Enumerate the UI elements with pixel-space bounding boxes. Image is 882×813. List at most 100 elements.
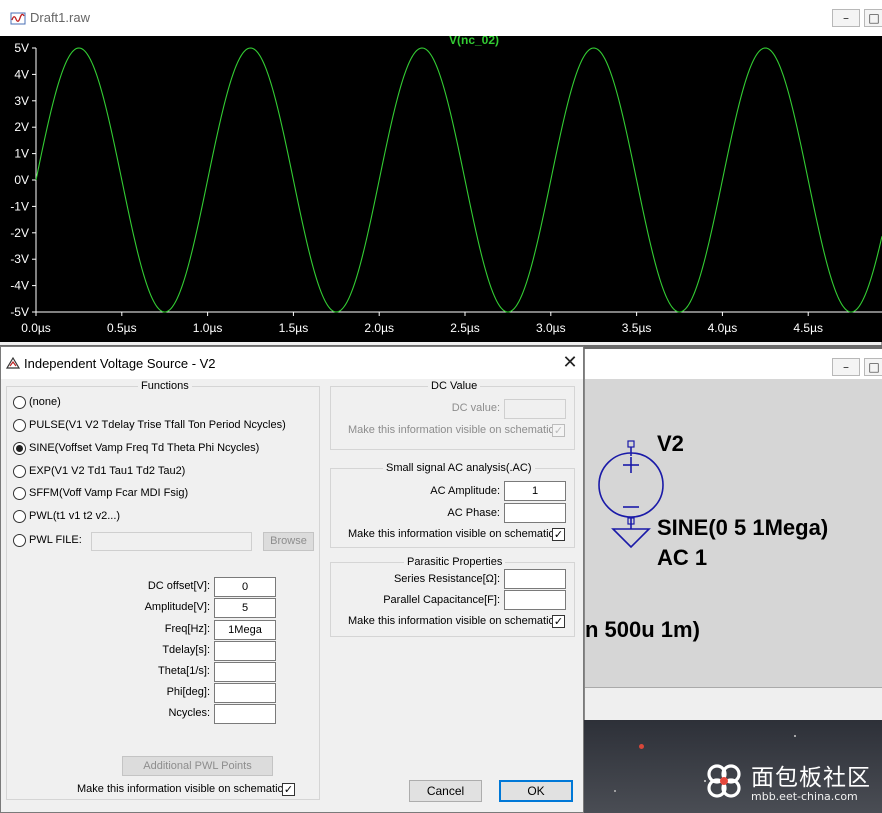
y-tick-label: -1V bbox=[10, 199, 29, 213]
waveform-plot[interactable]: 5V 4V 3V 2V 1V 0V -1V -2V -3V -4V -5V 0.0µs 0.5µs 1.0… bbox=[0, 33, 882, 342]
radio-exp-label: EXP(V1 V2 Td1 Tau1 Td2 Tau2) bbox=[29, 465, 186, 477]
radio-sine[interactable] bbox=[13, 442, 26, 455]
schematic-window: – □ V2 SINE(0 5 1Mega) AC 1 n 500u 1m) bbox=[584, 349, 882, 720]
schematic-function-text: SINE(0 5 1Mega) bbox=[657, 515, 829, 540]
x-tick-label: 0.0µs bbox=[21, 321, 51, 335]
dialog-close-icon[interactable]: ✕ bbox=[561, 352, 579, 374]
parallel-capacitance-input[interactable] bbox=[504, 590, 566, 610]
dc-visible-label: Make this information visible on schemat… bbox=[348, 424, 558, 436]
y-tick-label: 0V bbox=[14, 173, 29, 187]
radio-pulse-label: PULSE(V1 V2 Tdelay Trise Tfall Ton Perio… bbox=[29, 419, 286, 431]
radio-exp[interactable] bbox=[13, 465, 26, 478]
wallpaper-star bbox=[639, 744, 644, 749]
x-tick-label: 1.5µs bbox=[279, 321, 309, 335]
sine-trace-line bbox=[35, 47, 882, 313]
phi-label: Phi[deg]: bbox=[166, 686, 210, 698]
ncycles-input[interactable] bbox=[214, 704, 276, 724]
parasitic-visible-label: Make this information visible on schemat… bbox=[348, 615, 558, 627]
x-tick-label: 0.5µs bbox=[107, 321, 137, 335]
amplitude-label: Amplitude[V]: bbox=[144, 601, 210, 613]
schematic-canvas[interactable]: V2 SINE(0 5 1Mega) AC 1 n 500u 1m) bbox=[585, 379, 882, 720]
wallpaper-star bbox=[614, 790, 616, 792]
functions-group-label: Functions bbox=[138, 380, 192, 392]
theta-input[interactable] bbox=[214, 662, 276, 682]
radio-sine-label: SINE(Voffset Vamp Freq Td Theta Phi Ncyc… bbox=[29, 442, 260, 454]
browse-button[interactable]: Browse bbox=[263, 532, 314, 551]
cancel-button[interactable]: Cancel bbox=[409, 780, 482, 802]
pwl-file-field[interactable] bbox=[91, 532, 252, 551]
dc-value-label: DC value: bbox=[451, 402, 500, 414]
x-tick-label: 2.0µs bbox=[364, 321, 394, 335]
y-tick-label: -2V bbox=[10, 226, 29, 240]
radio-none-label: (none) bbox=[29, 396, 61, 408]
series-resistance-input[interactable] bbox=[504, 569, 566, 589]
tdelay-input[interactable] bbox=[214, 641, 276, 661]
ac-visible-checkbox[interactable]: ✓ bbox=[552, 528, 565, 541]
y-tick-label: 3V bbox=[14, 94, 29, 108]
voltage-source-dialog: Independent Voltage Source - V2 ✕ Functi… bbox=[0, 346, 584, 813]
y-tick-label: 1V bbox=[14, 147, 29, 161]
radio-pulse[interactable] bbox=[13, 419, 26, 432]
radio-sffm[interactable] bbox=[13, 487, 26, 500]
ac-amplitude-input[interactable]: 1 bbox=[504, 481, 566, 501]
dc-offset-input[interactable]: 0 bbox=[214, 577, 276, 597]
theta-label: Theta[1/s]: bbox=[158, 665, 210, 677]
waveform-app-icon bbox=[10, 12, 26, 25]
parasitic-visible-checkbox[interactable]: ✓ bbox=[552, 615, 565, 628]
y-tick-label: 5V bbox=[14, 41, 29, 55]
radio-pwl-label: PWL(t1 v1 t2 v2...) bbox=[29, 510, 121, 522]
ncycles-label: Ncycles: bbox=[168, 707, 210, 719]
dialog-app-icon bbox=[5, 356, 21, 369]
radio-pwl[interactable] bbox=[13, 510, 26, 523]
waveform-titlebar[interactable]: Draft1.raw – □ bbox=[0, 0, 882, 36]
y-tick-label: -5V bbox=[10, 305, 29, 319]
schematic-ac-text: AC 1 bbox=[657, 545, 708, 570]
ac-analysis-group-label: Small signal AC analysis(.AC) bbox=[383, 462, 535, 474]
waveform-window-title: Draft1.raw bbox=[30, 10, 90, 25]
watermark-text: 面包板社区 bbox=[751, 765, 871, 791]
tdelay-label: Tdelay[s]: bbox=[162, 644, 210, 656]
schematic-maximize-button[interactable]: □ bbox=[864, 358, 882, 376]
schematic-titlebar[interactable]: – □ bbox=[585, 349, 882, 379]
ok-button[interactable]: OK bbox=[499, 780, 573, 802]
trace-label: V(nc_02) bbox=[449, 36, 499, 47]
dc-visible-checkbox[interactable]: ✓ bbox=[552, 424, 565, 437]
desktop: Draft1.raw – □ 5V 4V 3V 2V 1V 0V -1V -2V -3V -4V -… bbox=[0, 0, 882, 813]
waveform-maximize-button[interactable]: □ bbox=[864, 9, 882, 27]
freq-label: Freq[Hz]: bbox=[164, 623, 210, 635]
y-tick-label: -3V bbox=[10, 252, 29, 266]
voltage-source-symbol[interactable] bbox=[585, 379, 882, 720]
y-tick-label: 4V bbox=[14, 67, 29, 81]
x-tick-label: 4.0µs bbox=[708, 321, 738, 335]
wallpaper-star bbox=[794, 735, 796, 737]
additional-pwl-points-button[interactable]: Additional PWL Points bbox=[122, 756, 273, 776]
watermark-logo-icon bbox=[707, 764, 741, 798]
y-tick-label: -4V bbox=[10, 279, 29, 293]
series-resistance-label: Series Resistance[Ω]: bbox=[393, 573, 500, 585]
waveform-minimize-button[interactable]: – bbox=[832, 9, 860, 27]
dc-value-group-label: DC Value bbox=[428, 380, 481, 392]
x-tick-label: 4.5µs bbox=[793, 321, 823, 335]
freq-input[interactable]: 1Mega bbox=[214, 620, 276, 640]
x-tick-label: 1.0µs bbox=[193, 321, 223, 335]
functions-visible-checkbox[interactable]: ✓ bbox=[282, 783, 295, 796]
radio-pwl-file[interactable] bbox=[13, 534, 26, 547]
waveform-chart[interactable]: 5V 4V 3V 2V 1V 0V -1V -2V -3V -4V -5V 0.0µs 0.5µs 1.0… bbox=[0, 33, 882, 342]
x-tick-label: 3.0µs bbox=[536, 321, 566, 335]
ac-phase-input[interactable] bbox=[504, 503, 566, 523]
schematic-partial-text: n 500u 1m) bbox=[585, 617, 700, 642]
ac-phase-label: AC Phase: bbox=[447, 507, 500, 519]
x-tick-label: 3.5µs bbox=[622, 321, 652, 335]
radio-none[interactable] bbox=[13, 396, 26, 409]
dc-value-input[interactable] bbox=[504, 399, 566, 419]
amplitude-input[interactable]: 5 bbox=[214, 598, 276, 618]
y-tick-label: 2V bbox=[14, 120, 29, 134]
schematic-lower-strip bbox=[585, 687, 882, 720]
schematic-minimize-button[interactable]: – bbox=[832, 358, 860, 376]
functions-visible-label: Make this information visible on schemat… bbox=[77, 783, 287, 795]
phi-input[interactable] bbox=[214, 683, 276, 703]
radio-sffm-label: SFFM(Voff Vamp Fcar MDI Fsig) bbox=[29, 487, 189, 499]
radio-pwl-file-label: PWL FILE: bbox=[29, 534, 82, 546]
dialog-titlebar[interactable]: Independent Voltage Source - V2 ✕ bbox=[1, 347, 583, 379]
parasitic-group-label: Parasitic Properties bbox=[404, 556, 506, 568]
